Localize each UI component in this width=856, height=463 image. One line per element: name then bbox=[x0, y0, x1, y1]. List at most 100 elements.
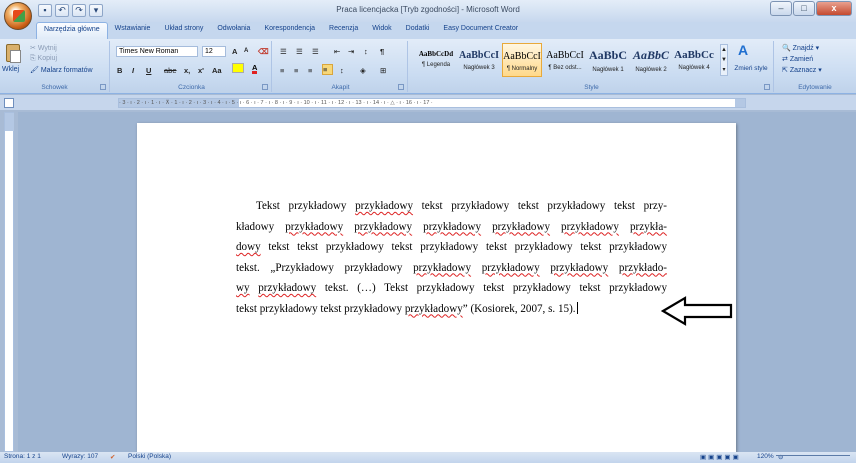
horizontal-ruler[interactable]: · 3 · ı · 2 · ı · 1 · ı · ⊼ · 1 · ı · 2 … bbox=[118, 98, 746, 108]
line-spacing-icon[interactable]: ↕ bbox=[340, 65, 344, 76]
tab-view[interactable]: Widok bbox=[365, 22, 398, 39]
clipboard-launcher-icon[interactable] bbox=[100, 84, 106, 90]
misspelled-word: przykłado- bbox=[618, 261, 667, 274]
find-button[interactable]: 🔍 Znajdź ▾ bbox=[782, 44, 819, 52]
style-normal[interactable]: AaBbCcI ¶ Normalny bbox=[502, 43, 542, 77]
align-center-icon[interactable]: ≡ bbox=[294, 65, 298, 76]
borders-icon[interactable]: ⊞ bbox=[380, 65, 386, 76]
maximize-button[interactable]: □ bbox=[793, 1, 815, 16]
title-bar: ▪ ↶ ↷ ▾ Praca licencjacka [Tryb zgodnośc… bbox=[0, 0, 856, 22]
grow-font-button[interactable]: A bbox=[232, 46, 237, 57]
page-count[interactable]: Strona: 1 z 1 bbox=[4, 453, 41, 460]
select-label: Zaznacz bbox=[789, 67, 817, 74]
decrease-indent-icon[interactable]: ⇤ bbox=[334, 46, 340, 57]
style-heading-2[interactable]: AaBbC Nagłówek 2 bbox=[631, 43, 671, 77]
numbering-icon[interactable]: ☰ bbox=[296, 46, 303, 57]
change-styles-icon[interactable]: A bbox=[738, 43, 748, 57]
increase-indent-icon[interactable]: ⇥ bbox=[348, 46, 354, 57]
style-sample: AaBbC bbox=[632, 48, 669, 62]
shading-icon[interactable]: ◈ bbox=[360, 65, 366, 76]
misspelled-word: przykładowy bbox=[354, 220, 413, 233]
replace-button[interactable]: ⇄ Zamień bbox=[782, 55, 813, 63]
minimize-button[interactable]: – bbox=[770, 1, 792, 16]
tab-addins[interactable]: Dodatki bbox=[399, 22, 437, 39]
arrow-annotation-icon bbox=[661, 296, 733, 326]
document-line: wy przykładowy tekst. (…) Tekst przykład… bbox=[236, 278, 667, 299]
tab-insert[interactable]: Wstawianie bbox=[108, 22, 158, 39]
vertical-ruler[interactable] bbox=[4, 112, 14, 452]
zoom-level[interactable]: 120% bbox=[757, 453, 774, 460]
text-run: tekst tekst przykładowy tekst przykładow… bbox=[260, 241, 667, 253]
text-run bbox=[481, 221, 492, 233]
bullets-icon[interactable]: ☰ bbox=[280, 46, 287, 57]
align-left-icon[interactable]: ≡ bbox=[280, 65, 284, 76]
show-marks-button[interactable]: ¶ bbox=[380, 46, 384, 57]
paste-button[interactable]: Wklej bbox=[2, 66, 19, 73]
italic-button[interactable]: I bbox=[132, 65, 134, 76]
ruler-row: · 3 · ı · 2 · ı · 1 · ı · ⊼ · 1 · ı · 2 … bbox=[0, 95, 856, 110]
tab-mailings[interactable]: Korespondencja bbox=[257, 22, 322, 39]
close-button[interactable]: x bbox=[816, 1, 852, 16]
style-heading-3[interactable]: AaBbCcI Nagłówek 3 bbox=[459, 43, 499, 77]
styles-scroll-icon[interactable]: ▲ ▼ ▾ bbox=[720, 44, 728, 76]
style-no-spacing[interactable]: AaBbCcI ¶ Bez odst... bbox=[545, 43, 585, 77]
font-launcher-icon[interactable] bbox=[262, 84, 268, 90]
proofing-icon[interactable]: ✔ bbox=[110, 453, 115, 461]
document-line: tekst przykładowy tekst przykładowy przy… bbox=[236, 299, 667, 320]
misspelled-word: przykładowy bbox=[413, 261, 472, 274]
underline-button[interactable]: U bbox=[146, 65, 151, 76]
multilevel-list-icon[interactable]: ☰ bbox=[312, 46, 319, 57]
text-run bbox=[250, 282, 259, 294]
font-name-select[interactable]: Times New Roman bbox=[116, 46, 198, 57]
format-painter-button[interactable]: 🖌 Malarz formatów bbox=[30, 66, 93, 74]
style-name: Nagłówek 4 bbox=[678, 65, 710, 71]
misspelled-word: przykładowy bbox=[285, 220, 344, 233]
style-heading-4[interactable]: AaBbCc Nagłówek 4 bbox=[674, 43, 714, 77]
text-run: tekst przykładowy tekst przykładowy bbox=[236, 302, 405, 315]
paragraph-launcher-icon[interactable] bbox=[398, 84, 404, 90]
text-run bbox=[343, 221, 354, 233]
word-count[interactable]: Wyrazy: 107 bbox=[62, 453, 98, 460]
sort-icon[interactable]: ↕ bbox=[364, 46, 368, 57]
change-case-button[interactable]: Aa bbox=[212, 65, 222, 76]
clear-formatting-icon[interactable]: ⌫ bbox=[258, 46, 269, 57]
strikethrough-button[interactable]: abe bbox=[164, 65, 177, 76]
style-name: Nagłówek 1 bbox=[592, 67, 624, 73]
view-buttons[interactable]: ▣▣▣▣▣ bbox=[700, 453, 741, 461]
language-indicator[interactable]: Polski (Polska) bbox=[128, 453, 171, 460]
paste-icon[interactable] bbox=[6, 44, 21, 63]
justify-icon[interactable]: ≡ bbox=[322, 64, 333, 75]
document-line: tekst. „Przykładowy przykładowy przykład… bbox=[236, 258, 667, 279]
zoom-slider[interactable] bbox=[776, 455, 850, 459]
office-button[interactable] bbox=[4, 2, 32, 30]
window-controls: – □ x bbox=[770, 1, 852, 16]
styles-launcher-icon[interactable] bbox=[764, 84, 770, 90]
align-right-icon[interactable]: ≡ bbox=[308, 65, 312, 76]
style-name: Nagłówek 2 bbox=[635, 67, 667, 73]
shrink-font-button[interactable]: A bbox=[244, 46, 248, 57]
superscript-button[interactable]: x' bbox=[198, 65, 204, 76]
tab-home[interactable]: Narzędzia główne bbox=[36, 22, 108, 39]
document-page[interactable]: Tekst przykładowy przykładowy tekst przy… bbox=[137, 123, 736, 453]
font-color-icon[interactable]: A bbox=[252, 63, 258, 74]
change-styles-button[interactable]: Zmień style bbox=[734, 65, 768, 72]
font-size-select[interactable]: 12 bbox=[202, 46, 226, 57]
styles-group-label: Style bbox=[584, 84, 599, 91]
document-line: Tekst przykładowy przykładowy tekst przy… bbox=[236, 196, 667, 217]
document-body[interactable]: Tekst przykładowy przykładowy tekst przy… bbox=[236, 196, 667, 319]
tab-easy-document-creator[interactable]: Easy Document Creator bbox=[436, 22, 525, 39]
select-button[interactable]: ⇱ Zaznacz ▾ bbox=[782, 66, 822, 74]
text-run: tekst przykładowy tekst przykładowy teks… bbox=[413, 200, 667, 212]
tab-page-layout[interactable]: Układ strony bbox=[157, 22, 210, 39]
tab-review[interactable]: Recenzja bbox=[322, 22, 365, 39]
tab-selector-icon[interactable] bbox=[4, 98, 14, 108]
subscript-button[interactable]: x, bbox=[184, 65, 190, 76]
bold-button[interactable]: B bbox=[117, 65, 122, 76]
cut-button[interactable]: ✂ Wytnij bbox=[30, 44, 57, 52]
tab-references[interactable]: Odwołania bbox=[210, 22, 257, 39]
style-heading-1[interactable]: AaBbC Nagłówek 1 bbox=[588, 43, 628, 77]
highlight-color-icon[interactable] bbox=[232, 63, 244, 73]
copy-button[interactable]: ⎘ Kopiuj bbox=[30, 55, 57, 63]
style-legenda[interactable]: AaBbCcDd ¶ Legenda bbox=[416, 43, 456, 77]
font-group-label: Czcionka bbox=[178, 84, 205, 91]
